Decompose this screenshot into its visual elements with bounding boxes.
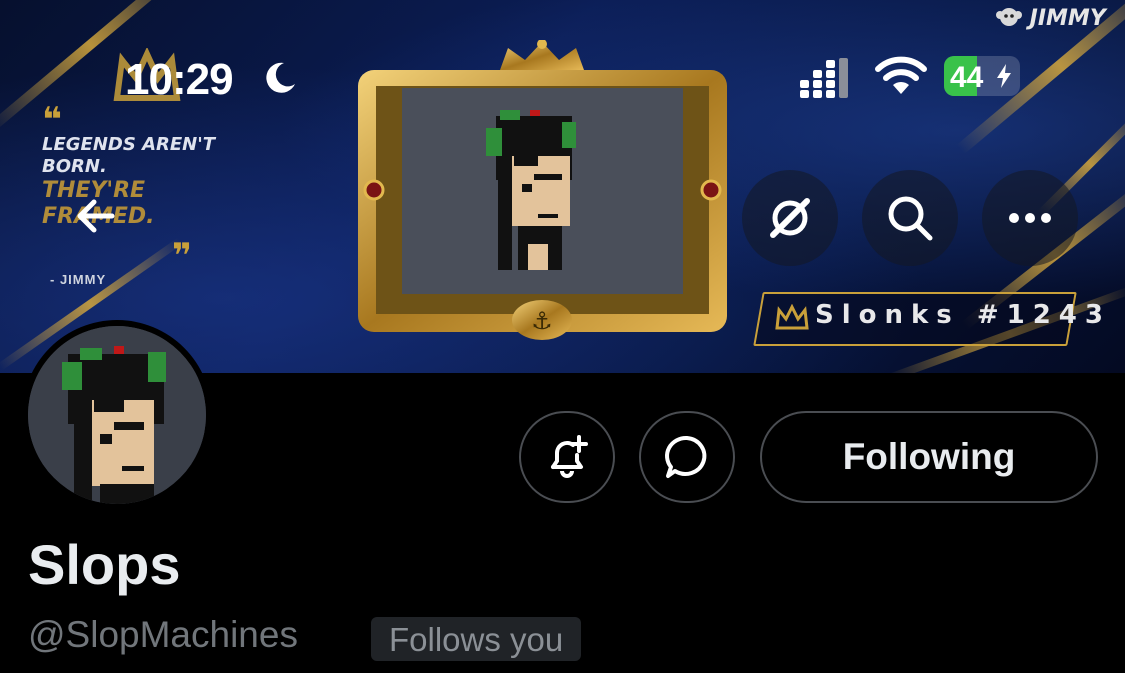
avatar[interactable] <box>22 320 212 510</box>
status-time: 10:29 <box>125 55 234 104</box>
avatar-image <box>28 326 206 504</box>
quote-author: - JIMMY <box>50 272 107 287</box>
bell-plus-icon <box>551 435 588 478</box>
grok-icon <box>770 198 810 238</box>
following-button[interactable]: Following <box>760 411 1098 503</box>
display-name: Slops <box>28 533 181 596</box>
battery-charging-icon: 44 <box>944 56 1020 96</box>
battery-level: 44 <box>950 61 984 94</box>
quote-close-mark: ❞ <box>172 237 192 275</box>
nft-label-text: Slonks #1243 <box>815 300 1111 330</box>
grok-button[interactable] <box>742 170 838 266</box>
profile-banner[interactable]: ❝ LEGENDS AREN'T BORN. THEY'RE FRAMED. ❞… <box>0 0 1125 373</box>
back-button[interactable] <box>72 192 120 245</box>
quote-line: LEGENDS AREN'T <box>42 134 216 155</box>
user-handle: @SlopMachines <box>28 614 298 655</box>
message-button[interactable] <box>639 411 735 503</box>
cellular-signal-icon <box>800 58 848 98</box>
monkey-logo-icon <box>996 8 1022 26</box>
crown-icon <box>775 304 809 330</box>
ornate-picture-frame: ⚓ <box>358 40 727 340</box>
moon-icon <box>266 62 295 93</box>
svg-text:⚓: ⚓ <box>531 307 553 335</box>
notifications-button[interactable] <box>519 411 615 503</box>
charging-bolt-icon <box>997 64 1011 88</box>
follows-you-badge: Follows you <box>371 617 582 661</box>
search-button[interactable] <box>862 170 958 266</box>
wifi-icon <box>875 56 927 94</box>
following-button-label: Following <box>842 436 1016 477</box>
arrow-left-icon <box>77 199 115 233</box>
chat-bubble-icon <box>665 435 707 478</box>
pixel-punk-avatar <box>28 326 206 504</box>
more-horizontal-icon <box>1009 213 1051 223</box>
more-button[interactable] <box>982 170 1078 266</box>
search-icon <box>888 196 933 241</box>
quote-line: BORN. <box>42 156 107 177</box>
watermark-text: JIMMY <box>1029 6 1106 31</box>
watermark: JIMMY <box>996 6 1106 31</box>
